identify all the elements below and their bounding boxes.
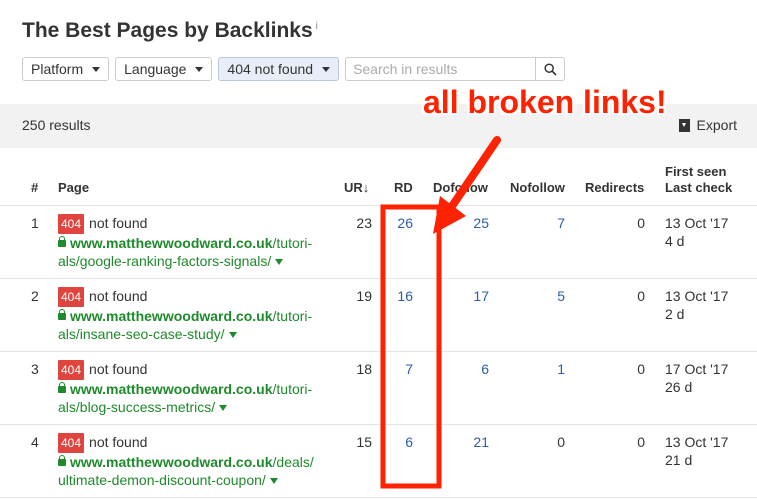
annotation-text: all broken links!	[423, 84, 667, 120]
arrow-shaft	[442, 136, 501, 219]
annotation-overlay	[380, 136, 501, 489]
arrow-head	[433, 196, 466, 234]
highlight-box	[380, 204, 442, 489]
